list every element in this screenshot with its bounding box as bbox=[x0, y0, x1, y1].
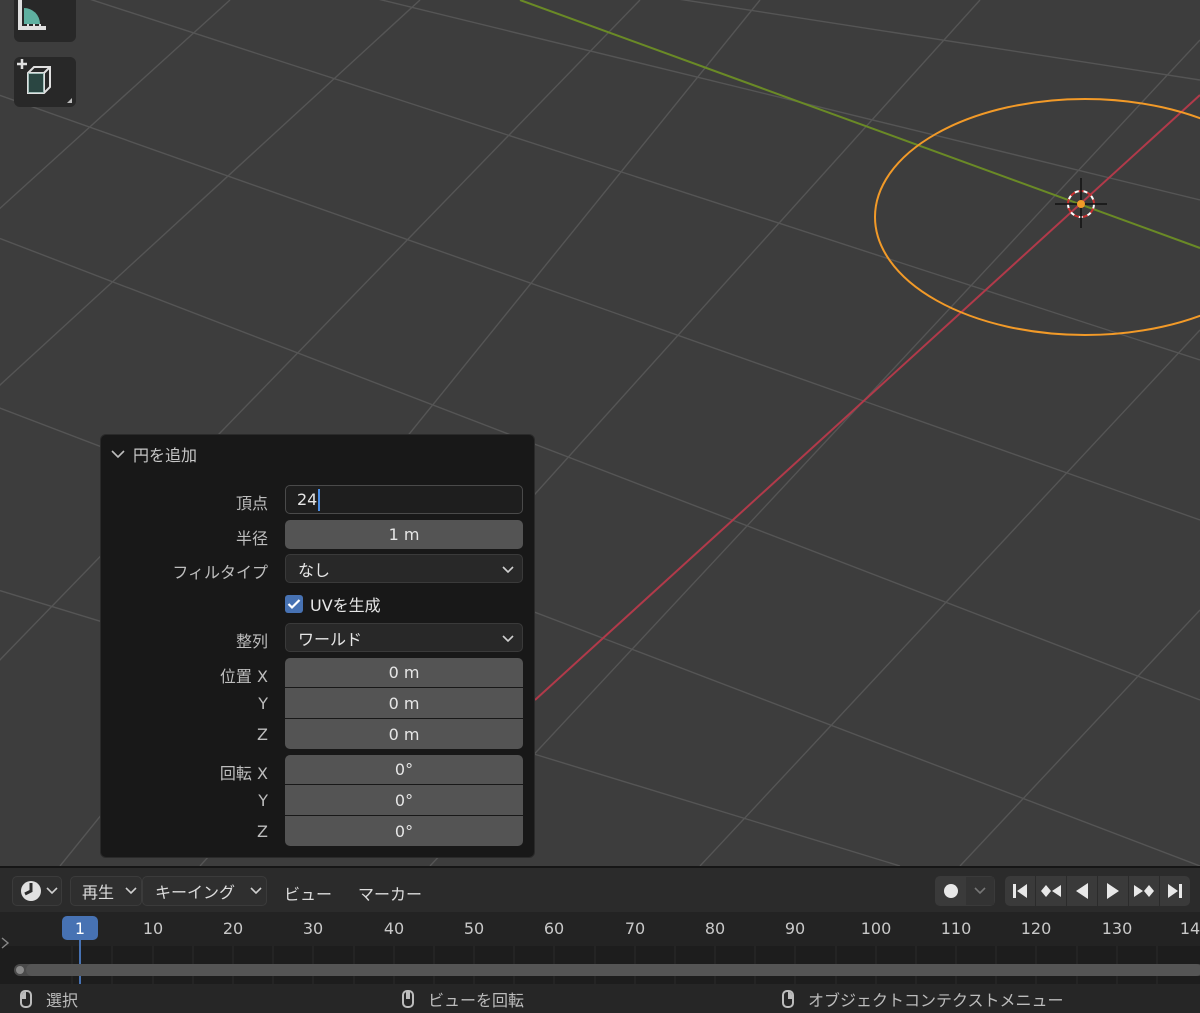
rotation-y-field[interactable]: 0° bbox=[285, 785, 523, 815]
jump-end-button[interactable] bbox=[1160, 876, 1190, 906]
play-reverse-button[interactable] bbox=[1067, 876, 1097, 906]
tick-label: 40 bbox=[383, 919, 405, 938]
jump-start-icon bbox=[1013, 884, 1027, 898]
timeline-header: 再生 キーイング ビュー マーカー bbox=[0, 866, 1200, 912]
location-y-field[interactable]: 0 m bbox=[285, 688, 523, 718]
radius-label: 半径 bbox=[235, 529, 268, 548]
radius-field[interactable]: 1 m bbox=[285, 520, 523, 549]
frame-ruler[interactable]: 1 10 20 30 40 50 60 70 80 90 100 110 120… bbox=[0, 912, 1200, 949]
tick-label: 60 bbox=[543, 919, 565, 938]
play-reverse-icon bbox=[1076, 883, 1088, 899]
chevron-down-icon bbox=[111, 450, 125, 459]
prev-keyframe-button[interactable] bbox=[1036, 876, 1066, 906]
keying-menu[interactable]: キーイング bbox=[142, 876, 267, 906]
editor-type-button[interactable] bbox=[12, 876, 62, 906]
checkmark-icon bbox=[285, 595, 303, 613]
fill-type-label: フィルタイプ bbox=[172, 563, 268, 582]
marker-menu[interactable]: マーカー bbox=[358, 881, 422, 905]
status-middle-click: ビューを回転 bbox=[402, 987, 524, 1011]
tick-label: 80 bbox=[704, 919, 726, 938]
tick-label: 70 bbox=[624, 919, 646, 938]
chevron-down-icon bbox=[966, 877, 994, 905]
tick-label: 130 bbox=[1101, 919, 1133, 938]
circle-object bbox=[874, 98, 1200, 336]
tick-label: 50 bbox=[463, 919, 485, 938]
status-bar: 選択 ビューを回転 オブジェクトコンテクストメニュー bbox=[0, 984, 1200, 1013]
scrollbar-handle[interactable] bbox=[16, 966, 24, 974]
rotation-x-field[interactable]: 0° bbox=[285, 755, 523, 784]
fill-type-dropdown[interactable]: なし bbox=[285, 554, 523, 583]
mouse-right-icon bbox=[782, 990, 794, 1008]
location-x-label: 位置 X bbox=[219, 667, 268, 686]
vertices-input[interactable]: 24 bbox=[285, 485, 523, 514]
align-dropdown[interactable]: ワールド bbox=[285, 623, 523, 652]
timeline-scrollbar[interactable] bbox=[14, 964, 1200, 976]
chevron-down-icon bbox=[125, 887, 137, 895]
panel-header[interactable]: 円を追加 bbox=[111, 443, 197, 465]
measure-tool-button[interactable] bbox=[14, 0, 76, 42]
generate-uv-label: UVを生成 bbox=[310, 596, 381, 615]
next-keyframe-button[interactable] bbox=[1129, 876, 1159, 906]
chevron-down-icon bbox=[502, 566, 514, 574]
mouse-left-icon bbox=[20, 990, 32, 1008]
vertices-label: 頂点 bbox=[235, 494, 268, 513]
fill-type-value: なし bbox=[298, 560, 331, 580]
add-cube-tool-button[interactable] bbox=[14, 57, 76, 107]
chevron-down-icon bbox=[46, 887, 58, 895]
text-cursor bbox=[318, 488, 321, 511]
status-right-click: オブジェクトコンテクストメニュー bbox=[782, 987, 1064, 1011]
rotation-z-field[interactable]: 0° bbox=[285, 816, 523, 846]
tick-label: 120 bbox=[1020, 919, 1052, 938]
playhead-line[interactable] bbox=[79, 940, 81, 984]
chevron-down-icon bbox=[250, 887, 262, 895]
play-button[interactable] bbox=[1098, 876, 1128, 906]
tick-label: 20 bbox=[222, 919, 244, 938]
panel-title: 円を追加 bbox=[133, 446, 198, 465]
timeline-area[interactable]: 1 10 20 30 40 50 60 70 80 90 100 110 120… bbox=[0, 912, 1200, 984]
play-icon bbox=[1107, 883, 1119, 899]
record-icon bbox=[936, 883, 966, 899]
clock-icon bbox=[21, 881, 41, 901]
tick-label: 14 bbox=[1179, 919, 1200, 938]
jump-end-icon bbox=[1168, 884, 1182, 898]
tick-label: 90 bbox=[784, 919, 806, 938]
view-menu[interactable]: ビュー bbox=[284, 881, 332, 905]
tick-label: 30 bbox=[302, 919, 324, 938]
current-frame-indicator[interactable]: 1 bbox=[62, 916, 98, 940]
location-z-label: Z bbox=[257, 725, 268, 744]
mouse-middle-icon bbox=[402, 990, 414, 1008]
measure-icon bbox=[18, 0, 46, 30]
location-y-label: Y bbox=[258, 694, 268, 713]
vertices-value: 24 bbox=[297, 490, 318, 509]
rotation-x-label: 回転 X bbox=[219, 764, 268, 783]
prev-keyframe-icon bbox=[1041, 885, 1061, 897]
align-value: ワールド bbox=[298, 629, 363, 649]
add-cube-icon bbox=[17, 59, 51, 94]
chevron-down-icon bbox=[502, 635, 514, 643]
rotation-z-label: Z bbox=[257, 822, 268, 841]
add-circle-operator-panel: 円を追加 頂点 24 半径 1 m フィルタイプ なし UVを生成 整列 ワール… bbox=[100, 434, 535, 858]
scrollbar-thumb[interactable] bbox=[26, 964, 1200, 976]
location-x-field[interactable]: 0 m bbox=[285, 658, 523, 687]
tick-label: 10 bbox=[142, 919, 164, 938]
location-z-field[interactable]: 0 m bbox=[285, 719, 523, 749]
generate-uv-checkbox[interactable]: UVを生成 bbox=[285, 592, 381, 616]
align-label: 整列 bbox=[235, 632, 268, 651]
tick-label: 110 bbox=[940, 919, 972, 938]
status-left-click: 選択 bbox=[20, 987, 78, 1011]
playback-menu[interactable]: 再生 bbox=[70, 876, 142, 906]
jump-start-button[interactable] bbox=[1005, 876, 1035, 906]
rotation-y-label: Y bbox=[258, 791, 268, 810]
tick-label: 100 bbox=[860, 919, 892, 938]
auto-keying-toggle[interactable] bbox=[935, 876, 995, 906]
next-keyframe-icon bbox=[1134, 885, 1154, 897]
playback-controls bbox=[1005, 876, 1190, 906]
